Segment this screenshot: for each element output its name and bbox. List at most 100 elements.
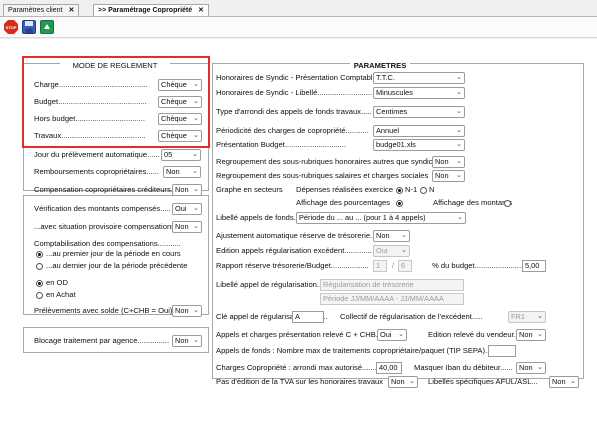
refresh-icon [40, 20, 54, 34]
collectif-regularisation-value: FR1 [511, 312, 525, 321]
chevron-down-icon: ⌄ [193, 186, 199, 193]
close-icon[interactable]: ✕ [68, 5, 74, 16]
en-od-radio[interactable] [36, 280, 43, 287]
appels-charges-select[interactable]: Oui ⌄ [377, 329, 407, 341]
periodicite-label: Périodicité des charges de copropriété..… [216, 126, 369, 135]
tab-label: >> Paramétrage Copropriété [98, 7, 193, 14]
tva-honoraires-select[interactable]: Non ⌄ [388, 376, 418, 388]
toolbar: STOP [0, 16, 597, 38]
blocage-label: Blocage traitement par agence...........… [34, 336, 170, 345]
chevron-down-icon: ⌄ [409, 378, 415, 385]
stop-button[interactable]: STOP [4, 20, 18, 34]
chevron-down-icon: ⌄ [401, 232, 407, 239]
periode-regularisation-field[interactable]: Période JJ/MM/AAAA - JJ/MM/AAAA [320, 293, 464, 305]
ajustement-value: Non [376, 231, 390, 240]
chevron-down-icon: ⌄ [456, 172, 462, 179]
remboursements-select[interactable]: Non ⌄ [163, 166, 201, 178]
jour-prelevement-value: 05 [164, 150, 173, 159]
tab-label: Paramètres client [8, 7, 63, 14]
honoraires-presentation-select[interactable]: T.T.C. ⌄ [373, 72, 465, 84]
tva-honoraires-label: Pas d'édition de la TVA sur les honorair… [216, 377, 384, 386]
remboursements-value: Non [166, 167, 180, 176]
situation-provisoire-select[interactable]: Non ⌄ [172, 221, 202, 233]
prelevements-solde-label: Prélèvements avec solde (C+CHB = Oui) [34, 306, 172, 315]
rapport-reserve-label: Rapport réserve trésorerie/Budget.......… [216, 261, 369, 270]
appels-fonds-tip-label: Appels de fonds : Nombre max de traiteme… [216, 346, 490, 355]
verification-label: Vérification des montants compensés..... [34, 204, 171, 213]
compensation-label: Compensation copropriétaires créditeurs. [34, 185, 172, 194]
tab-strip: Paramètres client ✕ >> Paramétrage Coprop… [0, 0, 597, 16]
charges-arrondi-label: Charges Copropriété : arrondi max autori… [216, 363, 384, 372]
chevron-down-icon: ⌄ [456, 74, 462, 81]
regroupement-honoraires-select[interactable]: Non ⌄ [432, 156, 465, 168]
compensation-select[interactable]: Non ⌄ [172, 184, 202, 196]
presentation-budget-value: budge01.xls [376, 140, 416, 149]
rapport-numerateur-field[interactable]: 1 [373, 260, 387, 272]
close-icon[interactable]: ✕ [198, 5, 204, 16]
masquer-iban-select[interactable]: Non ⌄ [516, 362, 546, 374]
masquer-iban-label: Masquer Iban du débiteur...... [414, 363, 513, 372]
premier-jour-label: ...au premier jour de la période en cour… [46, 249, 181, 258]
libelle-appels-select[interactable]: Période du ... au ... (pour 1 à 4 appels… [296, 212, 466, 224]
tab-parametres-client[interactable]: Paramètres client ✕ [3, 4, 80, 16]
edition-appels-select[interactable]: Oui ⌄ [373, 245, 410, 257]
affichage-pourcentages-radio[interactable] [396, 200, 403, 207]
honoraires-libelle-select[interactable]: Minuscules ⌄ [373, 87, 465, 99]
n-label: N [429, 185, 435, 194]
stop-icon: STOP [4, 20, 18, 34]
chevron-down-icon: ⌄ [456, 127, 462, 134]
prelevements-solde-select[interactable]: Non ⌄ [172, 305, 202, 317]
n-minus-1-radio[interactable] [396, 187, 403, 194]
charges-arrondi-field[interactable]: 40,00 [376, 362, 402, 374]
save-button[interactable] [22, 20, 36, 34]
jour-prelevement-select[interactable]: 05 ⌄ [161, 149, 201, 161]
presentation-budget-select[interactable]: budge01.xls ⌄ [373, 139, 465, 151]
edition-releve-select[interactable]: Non ⌄ [516, 329, 546, 341]
situation-provisoire-value: Non [175, 222, 189, 231]
chevron-down-icon: ⌄ [456, 158, 462, 165]
chevron-down-icon: ⌄ [537, 313, 543, 320]
rapport-denominateur-field[interactable]: 6 [398, 260, 412, 272]
en-achat-radio[interactable] [36, 292, 43, 299]
regroupement-salaires-select[interactable]: Non ⌄ [432, 170, 465, 182]
affichage-montants-radio[interactable] [504, 200, 511, 207]
edition-appels-label: Edition appels régularisation excédent..… [216, 246, 372, 255]
verification-select[interactable]: Oui ⌄ [172, 203, 202, 215]
appels-fonds-tip-field[interactable] [488, 345, 516, 357]
en-od-label: en OD [46, 278, 68, 287]
highlight-box [22, 56, 210, 148]
tva-honoraires-value: Non [391, 377, 405, 386]
libelles-afuls-select[interactable]: Non ⌄ [549, 376, 579, 388]
depenses-realisees-label: Dépenses réalisées exercice [296, 185, 394, 194]
dernier-jour-label: ...au dernier jour de la période précéde… [46, 261, 188, 270]
chevron-down-icon: ⌄ [456, 108, 462, 115]
pct-budget-field[interactable]: 5,00 [522, 260, 546, 272]
main-content: MODE DE REGLEMENT Charge................… [0, 39, 597, 433]
honoraires-libelle-label: Honoraires de Syndic - Libellé..........… [216, 88, 372, 97]
type-arrondi-select[interactable]: Centimes ⌄ [373, 106, 465, 118]
chevron-down-icon: ⌄ [192, 151, 198, 158]
blocage-select[interactable]: Non ⌄ [172, 335, 202, 347]
premier-jour-radio[interactable] [36, 251, 43, 258]
ajustement-select[interactable]: Non ⌄ [373, 230, 410, 242]
rapport-separator: / [392, 261, 395, 270]
periodicite-select[interactable]: Annuel ⌄ [373, 125, 465, 137]
refresh-button[interactable] [40, 20, 54, 34]
compensation-value: Non [175, 185, 189, 194]
dernier-jour-radio[interactable] [36, 263, 43, 270]
edition-releve-value: Non [519, 330, 533, 339]
tab-parametrage-copropriete[interactable]: >> Paramétrage Copropriété ✕ [93, 4, 210, 16]
regroupement-honoraires-value: Non [435, 157, 449, 166]
collectif-regularisation-select[interactable]: FR1 ⌄ [508, 311, 546, 323]
libelle-regularisation-field[interactable]: Régularisation de trésorerie [320, 279, 464, 291]
cle-regularisation-field[interactable]: A [292, 311, 324, 323]
situation-provisoire-label: ...avec situation provisoire compensatio… [34, 222, 172, 231]
n-radio[interactable] [420, 187, 427, 194]
regroupement-honoraires-label: Regroupement des sous-rubriques honorair… [216, 157, 433, 166]
chevron-down-icon: ⌄ [193, 205, 199, 212]
blocage-value: Non [175, 336, 189, 345]
chevron-down-icon: ⌄ [537, 331, 543, 338]
chevron-down-icon: ⌄ [401, 247, 407, 254]
periodicite-value: Annuel [376, 126, 400, 135]
verification-value: Oui [175, 204, 187, 213]
